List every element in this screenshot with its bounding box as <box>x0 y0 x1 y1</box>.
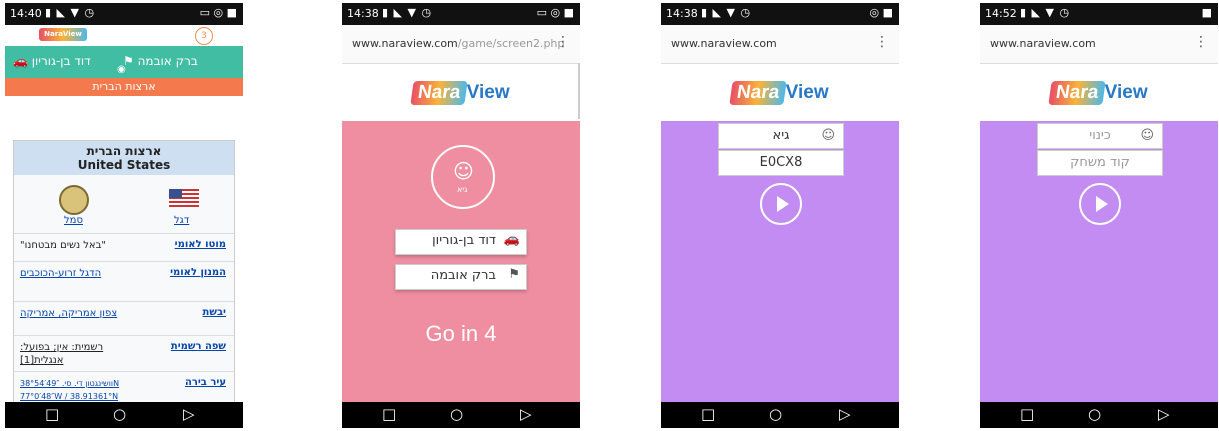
status-icons: ▮ ◣ ▼ ◷ <box>382 6 433 19</box>
player-flag[interactable]: ⚑ ברק אובמה <box>123 54 198 68</box>
system-icons: ◎ ■ <box>869 6 894 19</box>
browser-url-bar[interactable]: www.naraview.com/game/screen2.php ⋮ <box>342 25 580 64</box>
overflow-menu-icon[interactable]: ⋮ <box>875 34 889 50</box>
status-icons: ▮ ◣ ▼ ◷ <box>1020 6 1071 19</box>
naraview-logo: Nara View <box>1044 81 1154 105</box>
infobox-title: ארצות הברית United States <box>14 141 234 175</box>
user-icon: ☺ <box>821 128 835 143</box>
infobox-row: מוטו לאומי "באל נשים מבטחנו" <box>14 233 234 262</box>
seal-caption[interactable]: סמל <box>64 215 83 226</box>
system-icons: ▭ ◎ ■ <box>199 6 237 19</box>
overflow-menu-icon[interactable]: ⋮ <box>1194 34 1208 50</box>
android-nav-bar: □ ○ ▷ <box>661 402 899 428</box>
home-icon[interactable]: ○ <box>1088 405 1101 423</box>
game-code-field[interactable]: קוד משחק <box>1037 150 1163 176</box>
naraview-logo: Nara View <box>725 81 835 105</box>
browser-url-bar[interactable]: www.naraview.com ⋮ <box>661 25 899 64</box>
back-icon[interactable]: ▷ <box>183 405 195 423</box>
android-nav-bar: □ ○ ▷ <box>980 402 1218 428</box>
infobox-row: עיר בירה וושינגטון די. סי. 38°54′49″N 77… <box>14 371 234 403</box>
phone-screen-4: 14:52 ▮ ◣ ▼ ◷ ■ www.naraview.com ⋮ Nara V… <box>980 3 1218 428</box>
url-text[interactable]: www.naraview.com <box>671 37 777 50</box>
players-bar: 🚗 דוד בן-גוריון ◉ ⚑ ברק אובמה <box>5 46 243 78</box>
app-header: NaraView 3 <box>5 25 243 45</box>
phone-screen-2: 14:38 ▮ ◣ ▼ ◷ ▭ ◎ ■ www.naraview.com/gam… <box>342 3 580 428</box>
status-bar: 14:52 ▮ ◣ ▼ ◷ ■ <box>980 3 1218 25</box>
status-icons: ▮ ◣ ▼ ◷ <box>45 6 96 19</box>
countdown-label: Go in 4 <box>425 321 497 346</box>
play-button[interactable] <box>760 183 802 225</box>
join-panel: כינוי ☺ קוד משחק <box>980 121 1218 403</box>
recents-icon[interactable]: □ <box>45 405 59 423</box>
back-icon[interactable]: ▷ <box>839 405 851 423</box>
car-icon: 🚗 <box>503 232 520 247</box>
recents-icon[interactable]: □ <box>382 405 396 423</box>
game-panel: ☺ גיא דוד בן-גוריון 🚗 ברק אובמה ⚑ Go in … <box>342 121 580 403</box>
flag-caption[interactable]: דגל <box>174 215 189 226</box>
back-icon[interactable]: ▷ <box>1158 405 1170 423</box>
home-icon[interactable]: ○ <box>450 405 463 423</box>
naraview-logo: Nara View <box>406 81 516 105</box>
avatar-name: גיא <box>457 185 468 194</box>
back-icon[interactable]: ▷ <box>520 405 532 423</box>
url-text[interactable]: www.naraview.com/game/screen2.php <box>352 37 564 50</box>
wiki-content: ארצות הברית United States סמל דגל מוטו ל… <box>5 96 243 404</box>
phone-screen-3: 14:38 ▮ ◣ ▼ ◷ ◎ ■ www.naraview.com ⋮ Nar… <box>661 3 899 428</box>
home-icon[interactable]: ○ <box>769 405 782 423</box>
option-button-2[interactable]: ברק אובמה ⚑ <box>395 264 527 290</box>
infobox-row: יבשת צפון אמריקה, אמריקה <box>14 301 234 336</box>
user-icon: ☺ <box>1140 128 1154 143</box>
join-panel: גיא ☺ E0CX8 <box>661 121 899 403</box>
recents-icon[interactable]: □ <box>1020 405 1034 423</box>
game-code-field[interactable]: E0CX8 <box>718 150 844 176</box>
avatar-icon: ☺ <box>453 159 474 183</box>
nickname-field[interactable]: כינוי ☺ <box>1037 123 1163 149</box>
flag-icon: ⚑ <box>508 267 520 282</box>
avatar: ☺ גיא <box>431 145 495 209</box>
home-icon[interactable]: ○ <box>113 405 126 423</box>
status-icons: ▮ ◣ ▼ ◷ <box>701 6 752 19</box>
url-text[interactable]: www.naraview.com <box>990 37 1096 50</box>
status-time: 14:38 <box>666 7 698 20</box>
play-button[interactable] <box>1079 183 1121 225</box>
overflow-menu-icon[interactable]: ⋮ <box>556 34 570 50</box>
system-icons: ■ <box>1201 6 1212 19</box>
player-car[interactable]: 🚗 דוד בן-גוריון <box>13 54 91 68</box>
count-badge[interactable]: 3 <box>195 27 213 45</box>
status-bar: 14:38 ▮ ◣ ▼ ◷ ▭ ◎ ■ <box>342 3 580 25</box>
target-country-bar: ארצות הברית <box>5 78 243 96</box>
android-nav-bar: □ ○ ▷ <box>342 402 580 428</box>
flag-image[interactable] <box>169 189 199 207</box>
status-time: 14:38 <box>347 7 379 20</box>
logo: NaraView <box>39 28 87 41</box>
nickname-field[interactable]: גיא ☺ <box>718 123 844 149</box>
infobox-row: שפה רשמית רשמית: אין; בפועל: אנגלית[1] <box>14 335 234 372</box>
scrollbar[interactable] <box>578 63 580 119</box>
status-time: 14:52 <box>985 7 1017 20</box>
infobox-row: המנון לאומי הדגל זרוע-הכוכבים <box>14 261 234 302</box>
android-nav-bar: □ ○ ▷ <box>5 402 243 428</box>
system-icons: ▭ ◎ ■ <box>536 6 574 19</box>
option-button-1[interactable]: דוד בן-גוריון 🚗 <box>395 229 527 255</box>
infobox: ארצות הברית United States סמל דגל מוטו ל… <box>13 140 235 404</box>
status-bar: 14:38 ▮ ◣ ▼ ◷ ◎ ■ <box>661 3 899 25</box>
phone-screen-1: 14:40 ▮ ◣ ▼ ◷ ▭ ◎ ■ NaraView 3 🚗 דוד בן-… <box>5 3 243 428</box>
browser-url-bar[interactable]: www.naraview.com ⋮ <box>980 25 1218 64</box>
status-time: 14:40 <box>10 7 42 20</box>
recents-icon[interactable]: □ <box>701 405 715 423</box>
status-bar: 14:40 ▮ ◣ ▼ ◷ ▭ ◎ ■ <box>5 3 243 25</box>
seal-image[interactable] <box>59 185 89 215</box>
